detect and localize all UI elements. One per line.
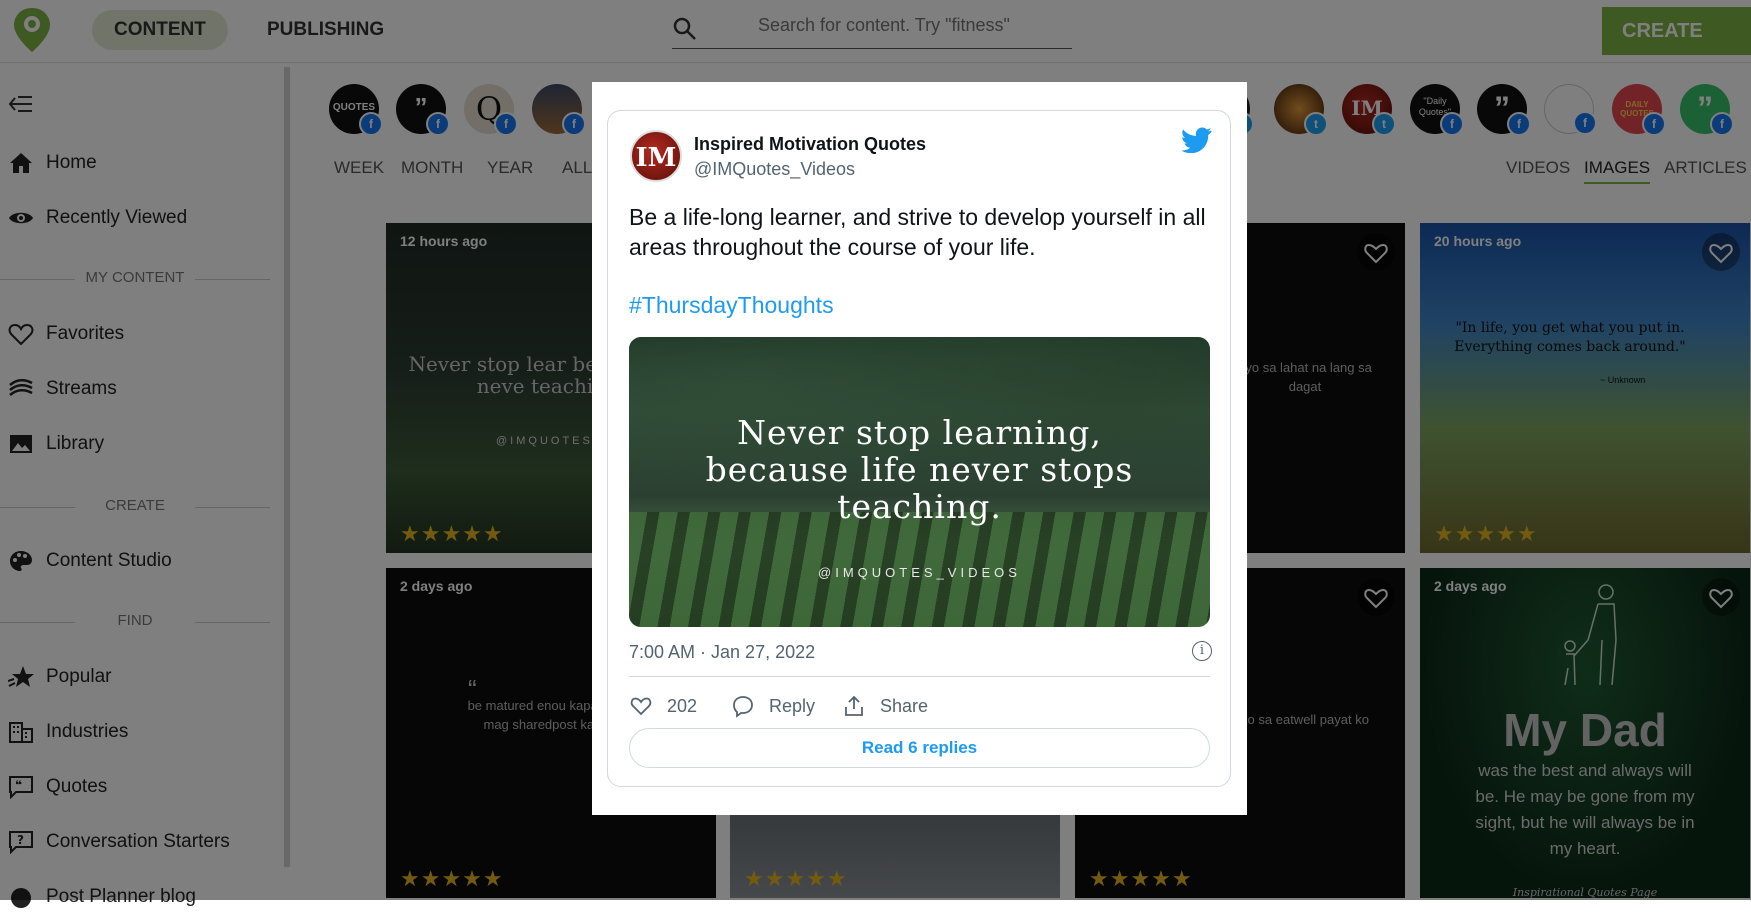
image-quote-line: because life never stops — [705, 450, 1134, 489]
tweet-author-name[interactable]: Inspired Motivation Quotes — [694, 134, 926, 155]
image-quote-line: Never stop learning, — [737, 413, 1102, 452]
twitter-bird-icon[interactable] — [1182, 127, 1212, 153]
reply-label: Reply — [769, 696, 816, 716]
image-watermark: @IMQUOTES_VIDEOS — [818, 565, 1021, 580]
share-label: Share — [880, 696, 929, 716]
like-button[interactable]: 202 — [629, 693, 709, 719]
reply-icon — [733, 696, 753, 718]
tweet-hashtag[interactable]: #ThursdayThoughts — [629, 292, 834, 319]
tweet-author-avatar[interactable]: IM — [630, 130, 682, 182]
read-replies-button[interactable]: Read 6 replies — [629, 728, 1210, 768]
embedded-tweet: IM Inspired Motivation Quotes @IMQuotes_… — [607, 110, 1231, 787]
share-icon — [845, 695, 863, 716]
like-count: 202 — [667, 696, 698, 716]
share-button[interactable]: Share — [842, 693, 932, 719]
tweet-text: Be a life-long learner, and strive to de… — [629, 204, 1206, 260]
divider — [629, 676, 1210, 677]
heart-icon — [630, 697, 652, 716]
tweet-preview-modal: IM Inspired Motivation Quotes @IMQuotes_… — [592, 82, 1247, 815]
reply-button[interactable]: Reply — [731, 693, 821, 719]
tweet-image[interactable]: Never stop learning, because life never … — [629, 337, 1210, 627]
tweet-timestamp[interactable]: 7:00 AM · Jan 27, 2022 — [629, 642, 815, 663]
image-quote-line: teaching. — [837, 487, 1002, 526]
info-icon[interactable]: i — [1192, 641, 1212, 661]
tweet-author-handle[interactable]: @IMQuotes_Videos — [694, 159, 855, 180]
